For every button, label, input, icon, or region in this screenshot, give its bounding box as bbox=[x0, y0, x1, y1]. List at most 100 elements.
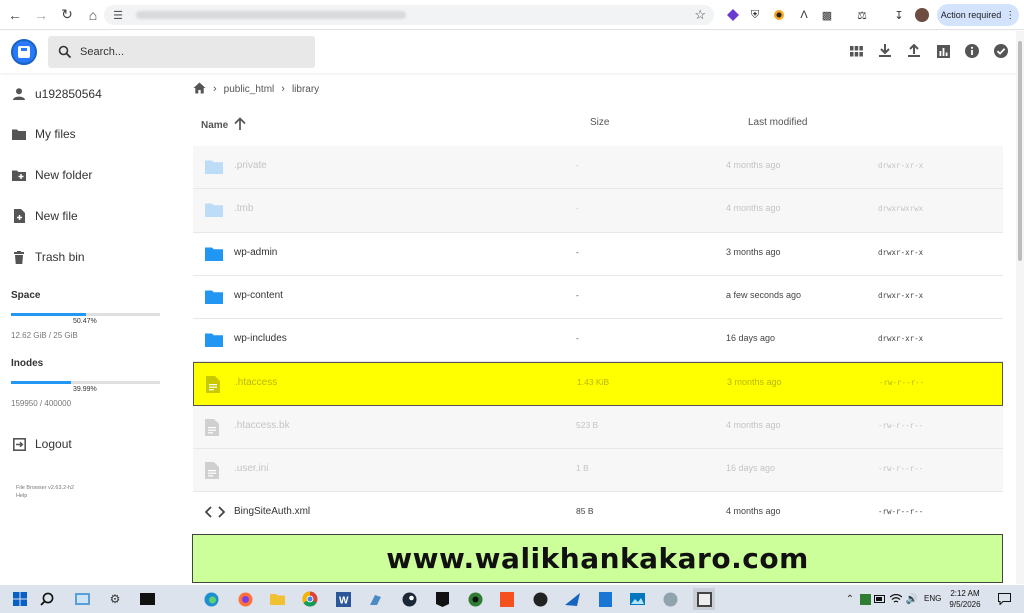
file-row[interactable]: .private - 4 months ago drwxr-xr-x bbox=[193, 146, 1003, 190]
terminal-icon[interactable] bbox=[138, 590, 156, 608]
version-credits[interactable]: File Browser v2.63.2-h2 bbox=[16, 484, 74, 492]
breadcrumb-item[interactable]: public_html bbox=[224, 84, 275, 95]
app-icon[interactable] bbox=[366, 590, 384, 608]
column-header-size[interactable]: Size bbox=[590, 117, 609, 128]
file-name: wp-content bbox=[234, 289, 283, 301]
system-clock[interactable]: 2:12 AM 9/5/2026 bbox=[945, 588, 985, 610]
inodes-label: Inodes bbox=[11, 358, 44, 369]
file-size: 85 B bbox=[576, 506, 594, 517]
code-file-icon bbox=[204, 505, 226, 521]
file-name: .tmb bbox=[234, 203, 254, 215]
app-icon[interactable] bbox=[498, 590, 516, 608]
chrome-icon[interactable] bbox=[301, 590, 319, 608]
sidebar-item-new-folder[interactable]: New folder bbox=[12, 164, 92, 186]
search-icon bbox=[58, 45, 72, 59]
file-row[interactable]: wp-content - a few seconds ago drwxr-xr-x bbox=[193, 275, 1003, 320]
app-icon[interactable] bbox=[563, 590, 581, 608]
download-icon[interactable] bbox=[876, 42, 894, 60]
watermark-banner: www.walikhankakaro.com bbox=[192, 534, 1003, 583]
filebrowser-logo-icon[interactable] bbox=[11, 39, 37, 65]
logout-button[interactable]: Logout bbox=[12, 433, 72, 455]
file-size: 1.43 KiB bbox=[577, 377, 610, 388]
extension-icon[interactable]: ⚖ bbox=[853, 6, 871, 24]
site-settings-icon[interactable]: ☰ bbox=[110, 7, 126, 23]
file-row[interactable]: .htaccess 1.43 KiB 3 months ago -rw-r--r-- bbox=[193, 362, 1003, 406]
search-input[interactable]: Search... bbox=[48, 36, 315, 68]
search-icon[interactable] bbox=[38, 590, 56, 608]
home-icon[interactable]: ⌂ bbox=[82, 4, 104, 26]
file-row[interactable]: .user.ini 1 B 16 days ago -rw-r--r-- bbox=[193, 449, 1003, 493]
app-icon[interactable] bbox=[596, 590, 614, 608]
word-icon[interactable]: W bbox=[334, 590, 352, 608]
task-view-icon[interactable] bbox=[73, 590, 91, 608]
file-row[interactable]: BingSiteAuth.xml 85 B 4 months ago -rw-r--r… bbox=[193, 492, 1003, 536]
app-icon[interactable] bbox=[661, 590, 679, 608]
forward-icon[interactable]: → bbox=[30, 4, 52, 26]
svg-text:W: W bbox=[339, 595, 349, 606]
extension-icon[interactable] bbox=[770, 6, 788, 24]
chart-icon[interactable] bbox=[934, 42, 952, 60]
folder-icon bbox=[205, 246, 223, 262]
home-icon[interactable] bbox=[193, 82, 206, 97]
sidebar-item-trash-bin[interactable]: Trash bin bbox=[12, 246, 85, 268]
file-size: - bbox=[576, 203, 579, 214]
active-app-icon[interactable] bbox=[693, 588, 715, 610]
grid-view-icon[interactable] bbox=[847, 42, 865, 60]
file-permissions: drwxr-xr-x bbox=[878, 247, 924, 257]
app-icon[interactable] bbox=[531, 590, 549, 608]
language-indicator[interactable]: ENG bbox=[924, 594, 941, 603]
select-check-icon[interactable] bbox=[992, 42, 1010, 60]
extension-icon[interactable] bbox=[724, 6, 742, 24]
sidebar-user[interactable]: u192850564 bbox=[12, 83, 102, 105]
file-row[interactable]: .tmb - 4 months ago drwxrwxrwx bbox=[193, 189, 1003, 233]
menu-dots-icon: ⋮ bbox=[1005, 9, 1016, 21]
breadcrumb: › public_html › library bbox=[193, 80, 319, 98]
bookmark-star-icon[interactable]: ☆ bbox=[694, 7, 706, 23]
file-size: - bbox=[576, 333, 579, 344]
space-progress-bar bbox=[11, 313, 160, 316]
back-icon[interactable]: ← bbox=[4, 4, 26, 26]
file-size: 1 B bbox=[576, 463, 589, 474]
shield-extension-icon[interactable]: ⛨ bbox=[746, 6, 764, 24]
photos-icon[interactable] bbox=[628, 590, 646, 608]
file-explorer-icon[interactable] bbox=[268, 590, 286, 608]
downloads-icon[interactable]: ↧ bbox=[890, 6, 908, 24]
file-row[interactable]: wp-includes - 16 days ago drwxr-xr-x bbox=[193, 319, 1003, 363]
file-name: wp-includes bbox=[234, 333, 287, 345]
file-modified: 3 months ago bbox=[727, 377, 782, 388]
info-icon[interactable] bbox=[963, 42, 981, 60]
app-icon[interactable] bbox=[466, 590, 484, 608]
notifications-icon[interactable] bbox=[995, 590, 1013, 608]
windows-start-icon[interactable] bbox=[11, 590, 29, 608]
upload-icon[interactable] bbox=[905, 42, 923, 60]
extensions-puzzle-icon[interactable]: ▩ bbox=[818, 6, 836, 24]
scrollbar[interactable] bbox=[1016, 31, 1024, 584]
file-icon bbox=[206, 376, 224, 394]
action-required-button[interactable]: Action required ⋮ bbox=[937, 4, 1019, 26]
volume-icon[interactable]: 🔊 bbox=[903, 590, 921, 608]
breadcrumb-item[interactable]: library bbox=[292, 84, 319, 95]
column-header-name[interactable]: Name bbox=[201, 117, 246, 133]
column-header-modified[interactable]: Last modified bbox=[748, 117, 807, 128]
firefox-icon[interactable] bbox=[236, 590, 254, 608]
sidebar-item-new-file[interactable]: New file bbox=[12, 205, 78, 227]
space-label: Space bbox=[11, 290, 41, 301]
extension-icon[interactable]: Λ bbox=[795, 6, 813, 24]
address-bar[interactable]: ☰ ☆ bbox=[104, 5, 714, 25]
edge-browser-icon[interactable] bbox=[202, 590, 220, 608]
file-row[interactable]: wp-admin - 3 months ago drwxr-xr-x bbox=[193, 232, 1003, 276]
profile-avatar-icon[interactable] bbox=[913, 6, 931, 24]
help-link[interactable]: Help bbox=[16, 492, 27, 500]
file-permissions: drwxrwxrwx bbox=[878, 204, 924, 214]
file-row[interactable]: .htaccess.bk 523 B 4 months ago -rw-r--r-- bbox=[193, 405, 1003, 450]
steam-icon[interactable] bbox=[400, 590, 418, 608]
browser-toolbar: ← → ↻ ⌂ ☰ ☆ ⛨ Λ ▩ ⚖ ↧ Action required ⋮ bbox=[0, 0, 1024, 30]
file-size: - bbox=[576, 246, 579, 257]
sidebar-item-my-files[interactable]: My files bbox=[12, 123, 76, 145]
sidebar: u192850564 My files New folder New file … bbox=[0, 74, 180, 584]
settings-gear-icon[interactable]: ⚙ bbox=[106, 590, 124, 608]
epic-games-icon[interactable] bbox=[433, 590, 451, 608]
folder-icon bbox=[205, 332, 223, 348]
file-name: .private bbox=[234, 160, 267, 171]
reload-icon[interactable]: ↻ bbox=[56, 4, 78, 26]
